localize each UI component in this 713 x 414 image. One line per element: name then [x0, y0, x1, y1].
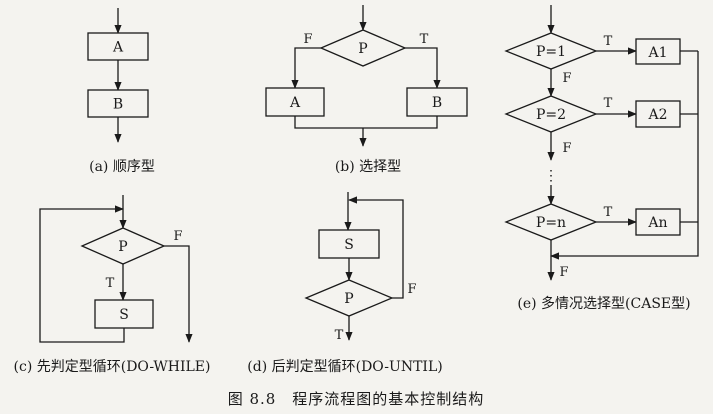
ellipsis-e: ⋮ [544, 168, 558, 184]
box-e2-label: A2 [647, 107, 667, 123]
label-en-false: F [559, 265, 568, 280]
merge-b [294, 116, 438, 129]
decision-b-label: P [358, 41, 367, 57]
arrow-b-true [405, 47, 441, 89]
diagram-c-do-while: P T S F (c) 先判定型循环(DO-WHILE) [14, 195, 211, 375]
decision-e1-label: P=1 [536, 44, 566, 60]
box-c-label: S [119, 307, 129, 323]
caption-e: (e) 多情况选择型(CASE型) [517, 295, 690, 312]
arrow-c-false [164, 245, 193, 343]
caption-d: (d) 后判定型循环(DO-UNTIL) [247, 359, 442, 375]
box-e1-label: A1 [647, 45, 667, 61]
box-b-left-label: A [289, 95, 301, 111]
label-c-true: T [106, 276, 115, 291]
decision-c-label: P [118, 239, 127, 255]
label-b-false: F [303, 32, 312, 47]
caption-a: (a) 顺序型 [89, 159, 155, 175]
decision-e2-label: P=2 [536, 107, 566, 123]
label-b-true: T [420, 32, 429, 47]
label-d-true: T [335, 328, 344, 343]
flowchart-canvas: A B (a) 顺序型 P F T A B (b) 选择型 P T S F (c… [14, 5, 699, 408]
box-en-label: An [647, 215, 667, 231]
label-d-false: F [407, 282, 416, 297]
diagram-b-selection: P F T A B (b) 选择型 [265, 5, 468, 175]
diagram-d-do-until: S P F T (d) 后判定型循环(DO-UNTIL) [247, 192, 443, 375]
box-a2-label: B [113, 97, 123, 113]
diagram-e-case: P=1 T A1 F P=2 T A2 F ⋮ P=n T An F (e) 多… [504, 5, 699, 312]
figure-title: 图 8.8 程序流程图的基本控制结构 [228, 390, 485, 408]
caption-b: (b) 选择型 [335, 159, 401, 175]
flowchart-figure: A B (a) 顺序型 P F T A B (b) 选择型 P T S F (c… [0, 0, 713, 414]
label-e2-true: T [604, 96, 613, 111]
box-b-right-label: B [432, 95, 442, 111]
box-d-label: S [344, 237, 354, 253]
label-e1-true: T [604, 34, 613, 49]
diagram-a-sequential: A B (a) 顺序型 [87, 8, 155, 175]
decision-en-label: P=n [536, 215, 566, 231]
label-e1-false: F [562, 71, 571, 86]
decision-d-label: P [344, 291, 353, 307]
arrow-b-false [291, 47, 321, 89]
caption-c: (c) 先判定型循环(DO-WHILE) [14, 359, 211, 375]
box-a1-label: A [112, 40, 124, 56]
label-en-true: T [604, 205, 613, 220]
label-e2-false: F [562, 141, 571, 156]
label-c-false: F [173, 229, 182, 244]
